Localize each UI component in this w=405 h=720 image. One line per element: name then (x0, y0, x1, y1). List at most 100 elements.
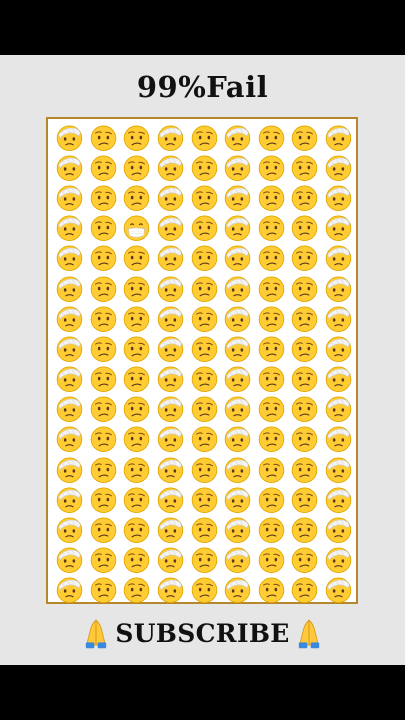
face-with-head-bandage-icon[interactable] (53, 454, 87, 484)
confused-face-icon[interactable] (288, 514, 322, 544)
face-with-head-bandage-icon[interactable] (154, 273, 188, 303)
confused-face-icon[interactable] (288, 243, 322, 273)
confused-face-icon[interactable] (120, 182, 154, 212)
face-with-head-bandage-icon[interactable] (53, 273, 87, 303)
face-with-head-bandage-icon[interactable] (154, 303, 188, 333)
confused-face-icon[interactable] (255, 333, 289, 363)
face-with-head-bandage-icon[interactable] (53, 545, 87, 575)
confused-face-icon[interactable] (187, 152, 221, 182)
face-with-medical-mask-icon[interactable] (120, 213, 154, 243)
confused-face-icon[interactable] (288, 484, 322, 514)
face-with-head-bandage-icon[interactable] (154, 364, 188, 394)
face-with-head-bandage-icon[interactable] (154, 333, 188, 363)
face-with-head-bandage-icon[interactable] (322, 182, 356, 212)
confused-face-icon[interactable] (288, 303, 322, 333)
confused-face-icon[interactable] (255, 424, 289, 454)
confused-face-icon[interactable] (87, 243, 121, 273)
face-with-head-bandage-icon[interactable] (154, 514, 188, 544)
confused-face-icon[interactable] (120, 152, 154, 182)
face-with-head-bandage-icon[interactable] (322, 484, 356, 514)
face-with-head-bandage-icon[interactable] (322, 394, 356, 424)
confused-face-icon[interactable] (255, 243, 289, 273)
face-with-head-bandage-icon[interactable] (322, 514, 356, 544)
confused-face-icon[interactable] (288, 454, 322, 484)
confused-face-icon[interactable] (187, 182, 221, 212)
confused-face-icon[interactable] (288, 152, 322, 182)
face-with-head-bandage-icon[interactable] (221, 182, 255, 212)
confused-face-icon[interactable] (187, 424, 221, 454)
confused-face-icon[interactable] (288, 182, 322, 212)
face-with-head-bandage-icon[interactable] (221, 394, 255, 424)
confused-face-icon[interactable] (87, 575, 121, 605)
confused-face-icon[interactable] (87, 213, 121, 243)
confused-face-icon[interactable] (187, 514, 221, 544)
face-with-head-bandage-icon[interactable] (154, 424, 188, 454)
face-with-head-bandage-icon[interactable] (53, 394, 87, 424)
face-with-head-bandage-icon[interactable] (154, 122, 188, 152)
confused-face-icon[interactable] (255, 394, 289, 424)
confused-face-icon[interactable] (120, 273, 154, 303)
face-with-head-bandage-icon[interactable] (221, 333, 255, 363)
face-with-head-bandage-icon[interactable] (221, 303, 255, 333)
face-with-head-bandage-icon[interactable] (221, 545, 255, 575)
confused-face-icon[interactable] (187, 364, 221, 394)
face-with-head-bandage-icon[interactable] (322, 454, 356, 484)
confused-face-icon[interactable] (288, 575, 322, 605)
confused-face-icon[interactable] (87, 122, 121, 152)
confused-face-icon[interactable] (120, 424, 154, 454)
face-with-head-bandage-icon[interactable] (322, 122, 356, 152)
face-with-head-bandage-icon[interactable] (53, 152, 87, 182)
confused-face-icon[interactable] (187, 454, 221, 484)
confused-face-icon[interactable] (120, 122, 154, 152)
face-with-head-bandage-icon[interactable] (322, 424, 356, 454)
confused-face-icon[interactable] (288, 273, 322, 303)
confused-face-icon[interactable] (87, 514, 121, 544)
confused-face-icon[interactable] (255, 152, 289, 182)
confused-face-icon[interactable] (187, 303, 221, 333)
face-with-head-bandage-icon[interactable] (221, 213, 255, 243)
face-with-head-bandage-icon[interactable] (53, 575, 87, 605)
confused-face-icon[interactable] (87, 273, 121, 303)
confused-face-icon[interactable] (255, 514, 289, 544)
confused-face-icon[interactable] (187, 333, 221, 363)
confused-face-icon[interactable] (120, 364, 154, 394)
face-with-head-bandage-icon[interactable] (53, 243, 87, 273)
confused-face-icon[interactable] (120, 303, 154, 333)
confused-face-icon[interactable] (187, 394, 221, 424)
confused-face-icon[interactable] (87, 152, 121, 182)
face-with-head-bandage-icon[interactable] (221, 575, 255, 605)
face-with-head-bandage-icon[interactable] (154, 243, 188, 273)
confused-face-icon[interactable] (187, 273, 221, 303)
confused-face-icon[interactable] (255, 213, 289, 243)
face-with-head-bandage-icon[interactable] (53, 484, 87, 514)
confused-face-icon[interactable] (120, 514, 154, 544)
confused-face-icon[interactable] (120, 243, 154, 273)
face-with-head-bandage-icon[interactable] (322, 575, 356, 605)
confused-face-icon[interactable] (87, 394, 121, 424)
face-with-head-bandage-icon[interactable] (53, 514, 87, 544)
face-with-head-bandage-icon[interactable] (221, 273, 255, 303)
face-with-head-bandage-icon[interactable] (154, 575, 188, 605)
confused-face-icon[interactable] (120, 484, 154, 514)
face-with-head-bandage-icon[interactable] (322, 243, 356, 273)
face-with-head-bandage-icon[interactable] (53, 303, 87, 333)
face-with-head-bandage-icon[interactable] (154, 545, 188, 575)
confused-face-icon[interactable] (255, 454, 289, 484)
confused-face-icon[interactable] (288, 213, 322, 243)
confused-face-icon[interactable] (255, 303, 289, 333)
face-with-head-bandage-icon[interactable] (154, 484, 188, 514)
face-with-head-bandage-icon[interactable] (154, 182, 188, 212)
face-with-head-bandage-icon[interactable] (322, 152, 356, 182)
confused-face-icon[interactable] (288, 364, 322, 394)
confused-face-icon[interactable] (120, 333, 154, 363)
confused-face-icon[interactable] (288, 394, 322, 424)
face-with-head-bandage-icon[interactable] (322, 273, 356, 303)
subscribe-banner[interactable]: SUBSCRIBE (0, 613, 405, 653)
confused-face-icon[interactable] (87, 454, 121, 484)
face-with-head-bandage-icon[interactable] (221, 484, 255, 514)
face-with-head-bandage-icon[interactable] (221, 243, 255, 273)
confused-face-icon[interactable] (187, 243, 221, 273)
face-with-head-bandage-icon[interactable] (221, 122, 255, 152)
face-with-head-bandage-icon[interactable] (154, 213, 188, 243)
confused-face-icon[interactable] (288, 545, 322, 575)
